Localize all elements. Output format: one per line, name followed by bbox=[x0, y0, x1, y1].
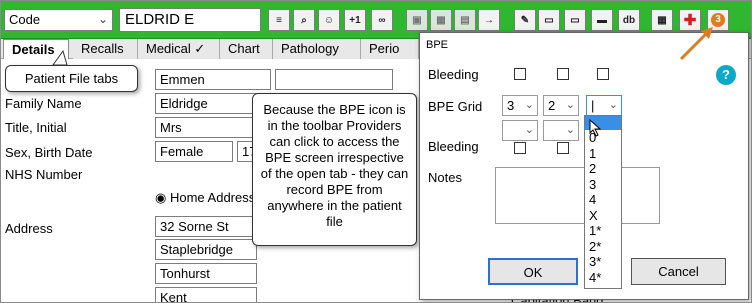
notes-textarea[interactable] bbox=[495, 167, 660, 224]
dropdown-option[interactable]: 1* bbox=[585, 223, 621, 239]
chevron-down-icon: ⌄ bbox=[524, 124, 534, 136]
bleeding-checkbox-5[interactable] bbox=[557, 142, 569, 154]
address-line-2[interactable]: Staplebridge bbox=[155, 239, 257, 260]
bpe-icon[interactable]: ▦ bbox=[430, 9, 452, 31]
chevron-down-icon: ⌄ bbox=[565, 99, 575, 111]
code-select-value: Code bbox=[9, 12, 41, 27]
bpe-grid-combo-3[interactable]: | ⌄ bbox=[586, 95, 622, 116]
bpe-explanation-text: Because the BPE icon is in the toolbar P… bbox=[260, 102, 409, 229]
bleeding-checkbox-4[interactable] bbox=[514, 142, 526, 154]
align-icon[interactable]: ≡ bbox=[268, 9, 290, 31]
title-initial-label: Title, Initial bbox=[5, 120, 67, 135]
dropdown-option[interactable]: 3 bbox=[585, 177, 621, 193]
help-icon[interactable]: ? bbox=[716, 65, 736, 85]
callout-pointer bbox=[52, 49, 68, 66]
bpe-grid-label: BPE Grid bbox=[428, 99, 483, 114]
bpe-explanation-callout: Because the BPE icon is in the toolbar P… bbox=[252, 93, 417, 246]
address-line-4[interactable]: Kent bbox=[155, 287, 257, 302]
tab-recalls[interactable]: Recalls bbox=[73, 39, 138, 59]
calendar-icon[interactable]: ▦ bbox=[651, 9, 673, 31]
tabs-callout-text: Patient File tabs bbox=[24, 71, 119, 86]
bleeding-checkbox-2[interactable] bbox=[557, 68, 569, 80]
tab-pathology[interactable]: Pathology bbox=[273, 39, 361, 59]
bpe-grid-combo-5[interactable]: ⌄ bbox=[543, 120, 579, 141]
address-line-1[interactable]: 32 Sorne St bbox=[155, 216, 257, 237]
tab-medical[interactable]: Medical ✓ bbox=[138, 39, 220, 59]
bleeding-checkbox-1[interactable] bbox=[514, 68, 526, 80]
chevron-down-icon: ⌄ bbox=[608, 99, 618, 111]
merge-icon[interactable]: → bbox=[478, 9, 500, 31]
cursor-icon bbox=[589, 119, 602, 137]
save-icon[interactable]: ▣ bbox=[406, 9, 428, 31]
first-name-field[interactable]: Emmen bbox=[155, 69, 271, 90]
grid-icon[interactable]: ▤ bbox=[454, 9, 476, 31]
dropdown-option[interactable]: X bbox=[585, 208, 621, 224]
home-address-radio[interactable]: ◉ Home Address bbox=[155, 190, 255, 206]
pen-icon[interactable]: ✎ bbox=[514, 9, 536, 31]
dropdown-option[interactable]: 1 bbox=[585, 146, 621, 162]
bpe-grid-combo-1[interactable]: 3 ⌄ bbox=[502, 95, 538, 116]
dropdown-option[interactable]: 4* bbox=[585, 270, 621, 286]
chevron-down-icon: ⌄ bbox=[565, 124, 575, 136]
address-line-3[interactable]: Tonhurst bbox=[155, 263, 257, 284]
home-address-label: Home Address bbox=[169, 190, 256, 205]
title-field[interactable]: Mrs bbox=[155, 117, 255, 138]
person-icon[interactable]: ☺ bbox=[318, 9, 340, 31]
bpe-grid-combo-4[interactable]: ⌄ bbox=[502, 120, 538, 141]
family-name-label: Family Name bbox=[5, 96, 82, 111]
bpe-grid-combo-2[interactable]: 2 ⌄ bbox=[543, 95, 579, 116]
plus-one-button[interactable]: +1 bbox=[344, 9, 366, 31]
bleeding-label-lower: Bleeding bbox=[428, 139, 479, 154]
dropdown-option[interactable]: 2* bbox=[585, 239, 621, 255]
tabs-callout: Patient File tabs bbox=[5, 65, 138, 92]
address-label: Address bbox=[5, 221, 53, 236]
bpe-grid-dropdown-list: 0 1 2 3 4 X 1* 2* 3* 4* bbox=[584, 115, 622, 289]
search-icon[interactable]: ⌕ bbox=[293, 9, 315, 31]
card-icon[interactable]: ▭ bbox=[564, 9, 586, 31]
sex-field[interactable]: Female bbox=[155, 141, 233, 162]
cancel-button[interactable]: Cancel bbox=[631, 258, 726, 285]
tab-perio[interactable]: Perio bbox=[361, 39, 419, 59]
bpe-grid-value-1: 3 bbox=[507, 98, 515, 113]
bpe-grid-value-2: 2 bbox=[548, 98, 556, 113]
bpe-grid-value-3: | bbox=[591, 98, 595, 113]
tab-chart[interactable]: Chart bbox=[220, 39, 273, 59]
document-icon[interactable]: ▭ bbox=[538, 9, 560, 31]
bleeding-label-upper: Bleeding bbox=[428, 67, 479, 82]
known-as-field[interactable] bbox=[275, 69, 393, 90]
nhs-number-label: NHS Number bbox=[5, 167, 83, 182]
radio-selected-icon: ◉ bbox=[155, 190, 167, 205]
link-icon[interactable]: ∞ bbox=[371, 9, 393, 31]
ok-button[interactable]: OK bbox=[488, 258, 578, 285]
chevron-down-icon: ⌄ bbox=[97, 12, 108, 26]
orange-arrow-icon bbox=[679, 27, 713, 61]
notes-label: Notes bbox=[428, 170, 462, 185]
dropdown-option[interactable]: 3* bbox=[585, 254, 621, 270]
db-icon[interactable]: db bbox=[618, 9, 640, 31]
dropdown-option[interactable]: 4 bbox=[585, 192, 621, 208]
chevron-down-icon: ⌄ bbox=[524, 99, 534, 111]
note-icon[interactable]: ▬ bbox=[591, 9, 613, 31]
sex-birth-label: Sex, Birth Date bbox=[5, 145, 93, 160]
code-select[interactable]: Code ⌄ bbox=[4, 9, 113, 31]
dropdown-option[interactable]: 2 bbox=[585, 161, 621, 177]
bleeding-checkbox-3[interactable] bbox=[597, 68, 609, 80]
patient-name-field[interactable]: ELDRID E bbox=[119, 8, 261, 32]
patient-file-window: Code ⌄ ELDRID E ≡ ⌕ ☺ +1 ∞ ▣ ▦ ▤ → ✎ ▭ ▭ ▬ db ▦ ✚ 3 Deta… bbox=[0, 0, 752, 303]
